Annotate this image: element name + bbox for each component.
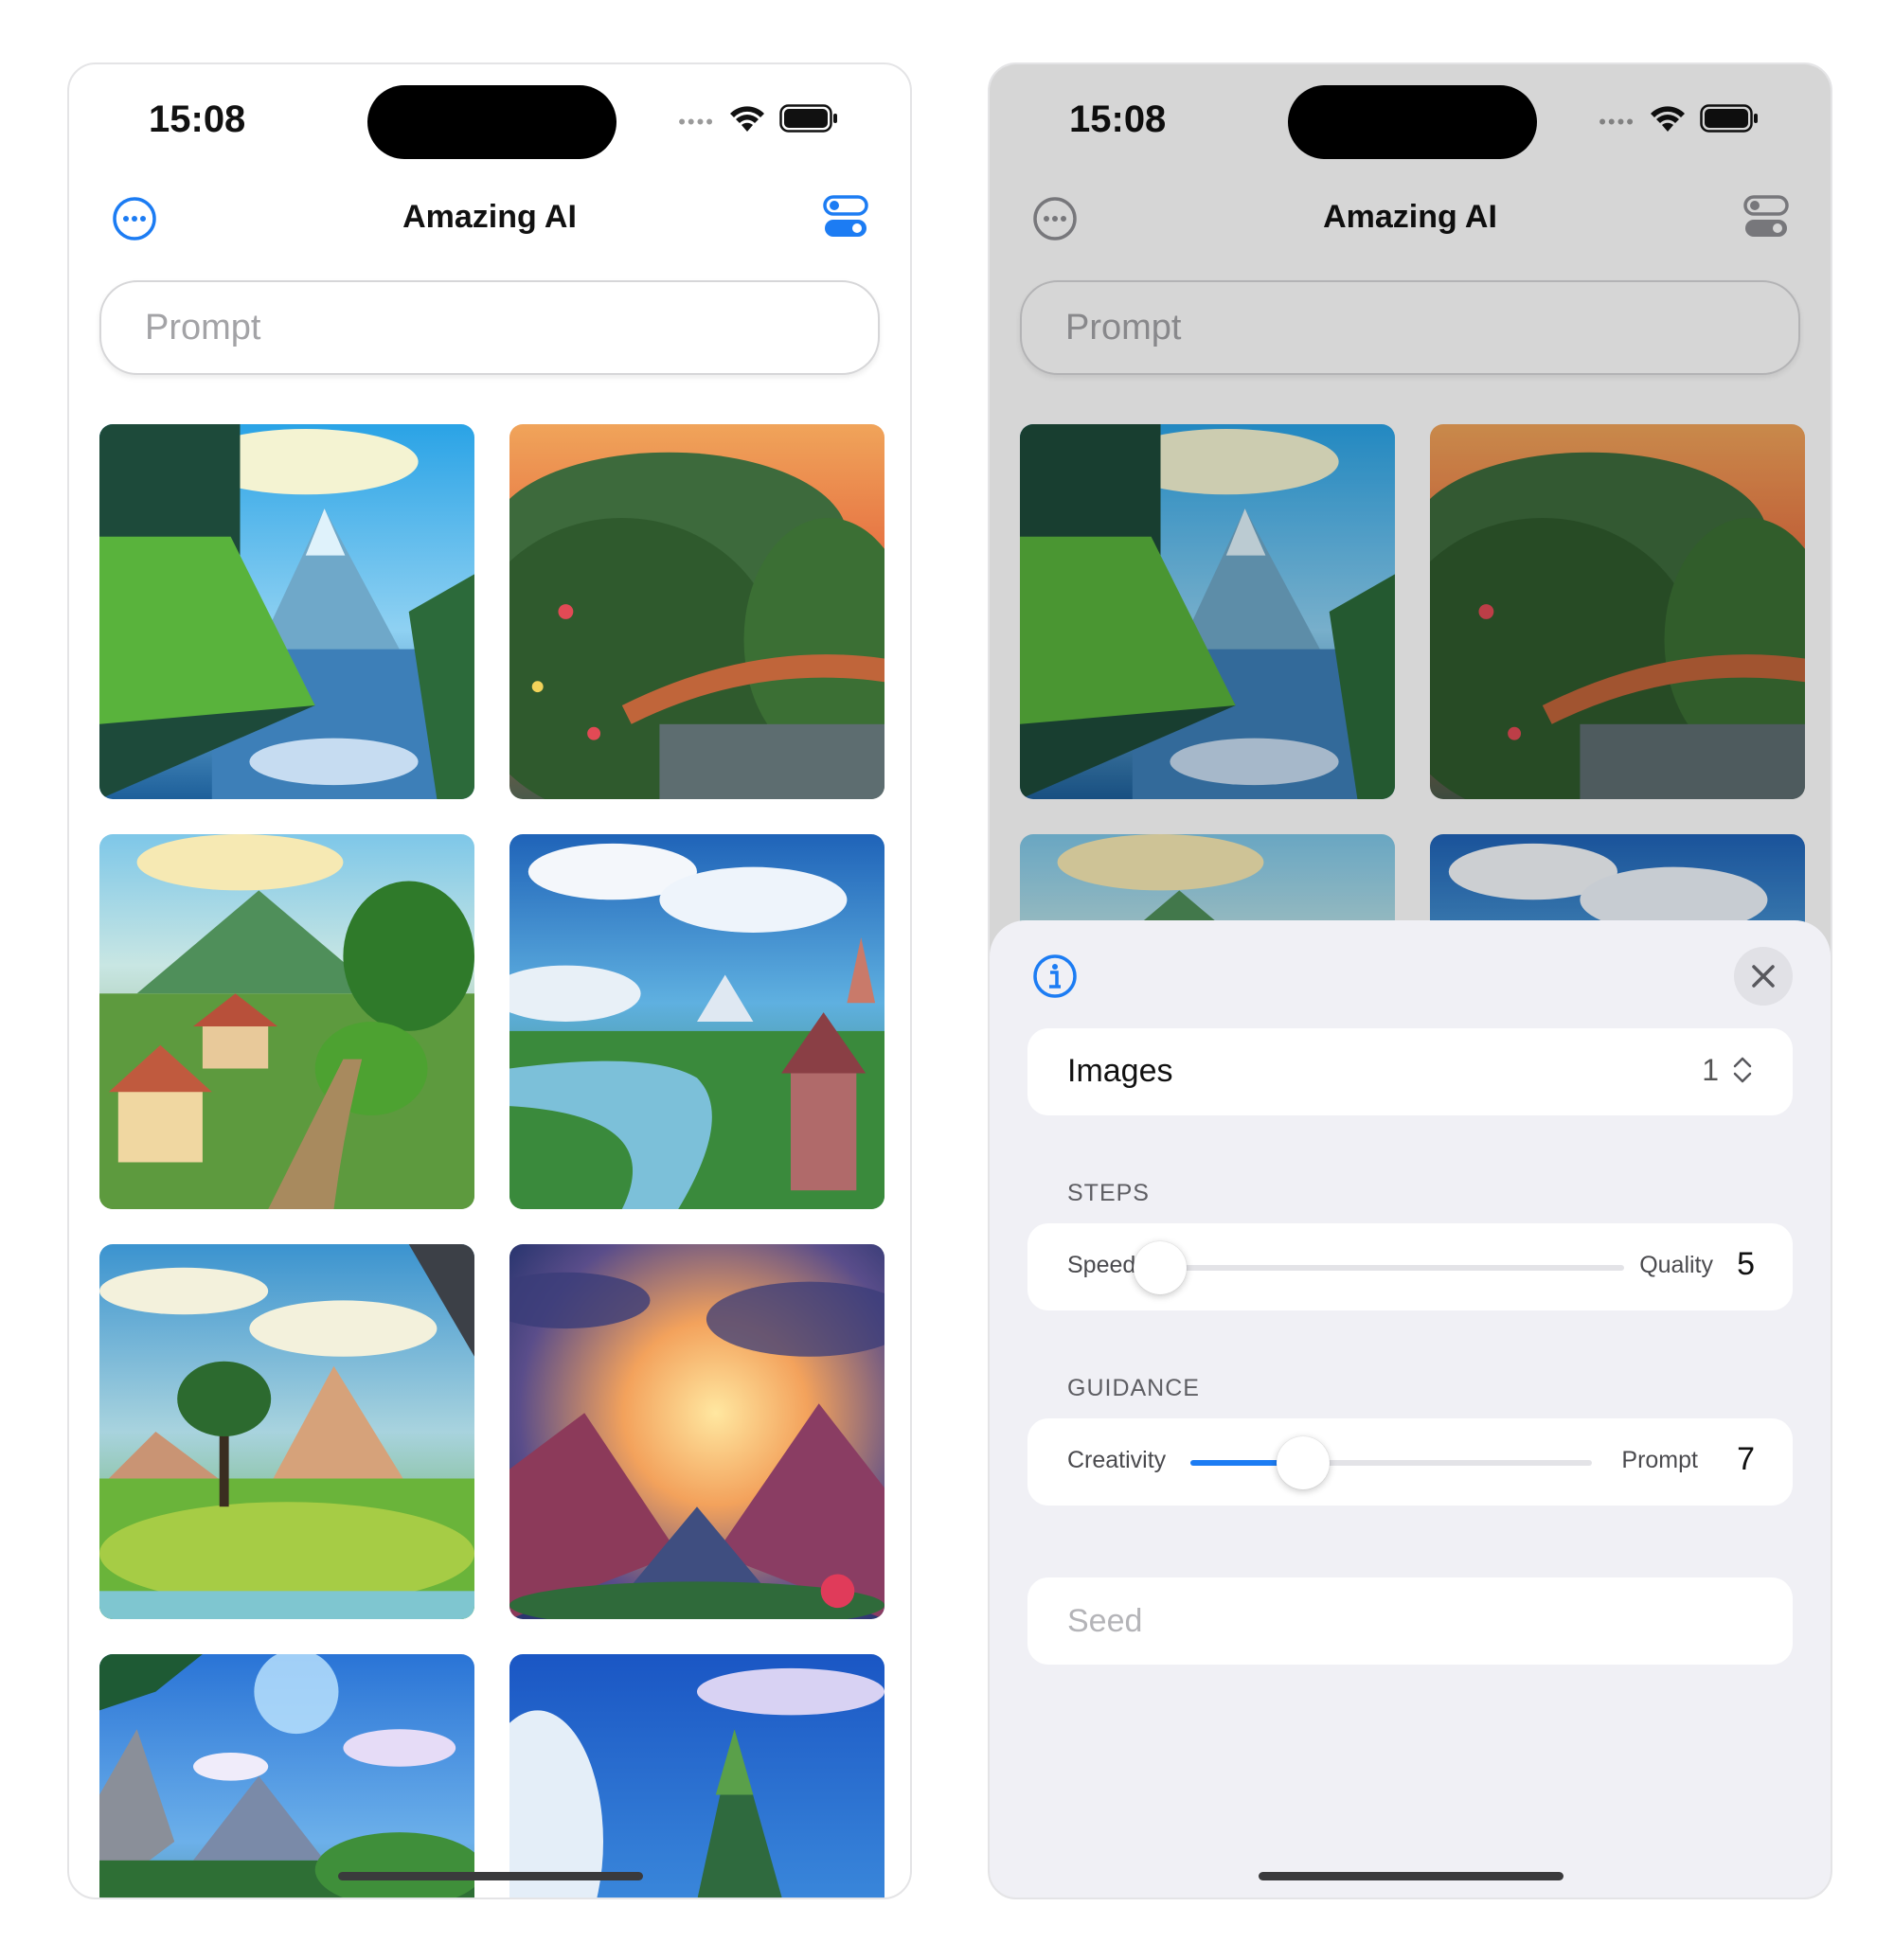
settings-sheet: Images 1 STEPS Speed Quality 5 GUIDANCE … [990,920,1831,1898]
image-tile-peak-clouds[interactable] [509,1654,884,1898]
guidance-left-label: Creativity [1067,1447,1167,1473]
home-indicator[interactable] [338,1872,643,1880]
guidance-right-label: Prompt [1621,1447,1698,1473]
steps-right-label: Quality [1639,1252,1713,1278]
nav-title: Amazing AI [402,199,577,235]
steps-slider-row: Speed Quality 5 [1027,1223,1793,1310]
dynamic-island [367,85,616,159]
phone-screen-settings: 15:08 •••• Amazing AI Prompt Images 1 ST… [988,62,1832,1899]
signal-dots-icon: •••• [678,110,715,134]
image-tile-river-castle[interactable] [509,834,884,1209]
steps-left-label: Speed [1067,1252,1136,1278]
image-tile-mountain-lake[interactable] [99,424,474,799]
battery-icon [779,104,838,133]
guidance-slider-row: Creativity Prompt 7 [1027,1418,1793,1506]
close-button[interactable] [1734,947,1793,1006]
steps-section-title: STEPS [1067,1180,1150,1206]
steps-slider-thumb[interactable] [1134,1241,1187,1294]
guidance-slider-thumb[interactable] [1276,1436,1330,1489]
image-tile-blue-sky-cliffs[interactable] [99,1654,474,1898]
image-tile-tree-hills[interactable] [99,1244,474,1619]
guidance-section-title: GUIDANCE [1067,1375,1200,1401]
prompt-input[interactable] [101,282,878,373]
phone-screen-gallery: 15:08 •••• Amazing AI [67,62,912,1899]
status-icons: •••• [678,102,838,134]
toggles-icon[interactable] [823,193,868,241]
images-value: 1 [1702,1053,1719,1087]
image-tile-sunset-mountains[interactable] [509,1244,884,1619]
wifi-icon [728,103,766,134]
chevron-up-down-icon[interactable] [1732,1055,1753,1090]
seed-field[interactable] [1027,1577,1793,1665]
seed-input[interactable] [1027,1577,1793,1665]
images-count-row[interactable]: Images 1 [1027,1028,1793,1115]
image-tile-village-valley[interactable] [99,834,474,1209]
navigation-bar: Amazing AI [69,186,910,252]
images-label: Images [1067,1053,1173,1089]
steps-value: 5 [1737,1246,1755,1282]
guidance-value: 7 [1737,1441,1755,1477]
prompt-field[interactable] [99,280,880,375]
info-circle-icon[interactable] [1031,953,1079,1000]
steps-slider-track[interactable] [1134,1241,1624,1294]
status-time: 15:08 [149,98,246,140]
guidance-slider-track[interactable] [1190,1436,1592,1489]
xmark-icon [1752,965,1775,988]
image-tile-bridge-sunset[interactable] [509,424,884,799]
home-indicator[interactable] [1259,1872,1563,1880]
